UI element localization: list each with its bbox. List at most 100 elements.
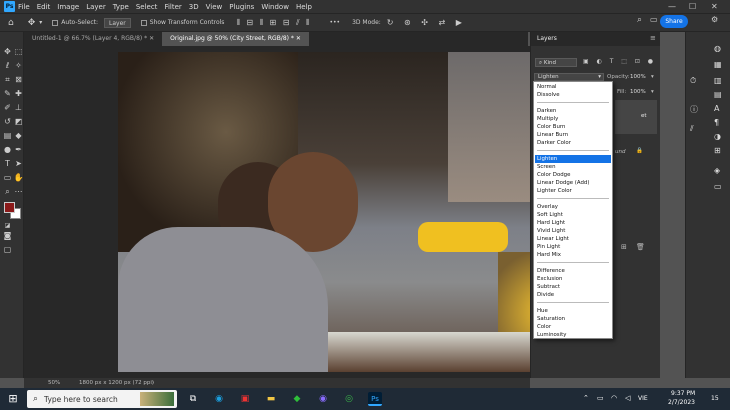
filter-kind-dropdown[interactable]: ⌕ Kind xyxy=(535,58,577,67)
gear-icon[interactable]: ⚙ xyxy=(711,15,718,24)
blend-divide[interactable]: Divide xyxy=(535,291,611,299)
task-view-icon[interactable]: ⧉ xyxy=(186,392,200,406)
edge-browser-icon[interactable]: ◉ xyxy=(212,392,226,406)
edit-toolbar-icon[interactable]: ⋯ xyxy=(13,186,24,197)
paragraph-icon[interactable]: ⫽ xyxy=(690,124,694,134)
blend-soft-light[interactable]: Soft Light xyxy=(535,211,611,219)
blend-luminosity[interactable]: Luminosity xyxy=(535,331,611,339)
type-tool-icon[interactable]: T xyxy=(2,158,13,169)
volume-icon[interactable]: ◁ xyxy=(625,394,630,402)
document-info[interactable]: 1800 px x 1200 px (72 ppi) xyxy=(79,378,154,388)
close-icon[interactable]: ✕ xyxy=(711,0,718,13)
menu-filter[interactable]: Filter xyxy=(164,3,181,11)
move-tool-icon[interactable]: ✥ xyxy=(2,46,13,57)
dodge-tool-icon[interactable]: ● xyxy=(2,144,13,155)
channels-icon[interactable]: ◈ xyxy=(714,166,720,175)
crop-tool-icon[interactable]: ⌗ xyxy=(2,74,13,85)
file-explorer-icon[interactable]: ▬ xyxy=(264,392,278,406)
info-icon[interactable]: ⓘ xyxy=(690,104,698,115)
language-indicator[interactable]: VIE xyxy=(638,395,648,402)
network-icon[interactable]: ▭ xyxy=(597,394,604,402)
menu-image[interactable]: Image xyxy=(57,3,79,11)
photoshop-taskbar-icon[interactable]: Ps xyxy=(368,392,382,406)
maximize-icon[interactable]: ☐ xyxy=(689,0,696,13)
blend-color[interactable]: Color xyxy=(535,323,611,331)
blend-difference[interactable]: Difference xyxy=(535,267,611,275)
purple-app-icon[interactable]: ◉ xyxy=(316,392,330,406)
blend-normal[interactable]: Normal xyxy=(535,83,611,91)
3d-mode-icons[interactable]: ↻ ⊛ ✣ ⇄ ▶ xyxy=(387,18,466,27)
menu-edit[interactable]: Edit xyxy=(37,3,51,11)
trash-icon[interactable]: 🗑 xyxy=(636,243,645,251)
menu-layer[interactable]: Layer xyxy=(86,3,106,11)
tab-original[interactable]: Original.jpg @ 50% (City Street, RGB/8) … xyxy=(162,32,309,46)
layer-filter-icons[interactable]: ▣ ◐ T ⬚ ⊡ ● xyxy=(583,58,656,65)
layer-row-selected[interactable] xyxy=(615,100,657,134)
paragraph-styles-icon[interactable]: ¶ xyxy=(714,118,719,127)
healing-brush-icon[interactable]: ✚ xyxy=(13,88,24,99)
blend-hard-light[interactable]: Hard Light xyxy=(535,219,611,227)
close-tab-icon[interactable]: ✕ xyxy=(296,35,301,42)
blend-darker-color[interactable]: Darker Color xyxy=(535,139,611,147)
artboard-tool-icon[interactable]: ⬚ xyxy=(13,46,24,57)
close-tab-icon[interactable]: ✕ xyxy=(149,35,154,42)
path-select-icon[interactable]: ➤ xyxy=(13,158,24,169)
character-icon[interactable]: A xyxy=(714,104,719,113)
fill-value[interactable]: 100% xyxy=(630,89,646,95)
tab-untitled-1[interactable]: Untitled-1 @ 66.7% (Layer 4, RGB/8) * ✕ xyxy=(24,32,162,46)
lasso-tool-icon[interactable]: ℓ xyxy=(2,60,13,71)
blend-color-dodge[interactable]: Color Dodge xyxy=(535,171,611,179)
brush-tool-icon[interactable]: ✐ xyxy=(2,102,13,113)
menu-window[interactable]: Window xyxy=(261,3,289,11)
media-app-icon[interactable]: ▣ xyxy=(238,392,252,406)
align-icons[interactable]: ⫴ ⊟ ⫴ ⊞ ⊟ ⫽ ⫴ xyxy=(236,18,311,28)
windows-start-icon[interactable]: ⊞ xyxy=(6,392,20,406)
screen-mode-icon[interactable]: ▢ xyxy=(2,244,13,255)
menu-select[interactable]: Select xyxy=(136,3,158,11)
menu-file[interactable]: File xyxy=(18,3,30,11)
menu-type[interactable]: Type xyxy=(113,3,129,11)
blend-mode-dropdown[interactable]: Lighten ▾ xyxy=(534,73,604,81)
blend-darken[interactable]: Darken xyxy=(535,107,611,115)
blend-lighter-color[interactable]: Lighter Color xyxy=(535,187,611,195)
move-tool-icon[interactable]: ✥ xyxy=(28,18,36,28)
zoom-tool-icon[interactable]: ⌕ xyxy=(2,186,13,197)
share-button[interactable]: Share xyxy=(660,15,688,28)
more-options-icon[interactable]: ••• xyxy=(329,19,340,26)
hand-tool-icon[interactable]: ✋ xyxy=(13,172,24,183)
blend-multiply[interactable]: Multiply xyxy=(535,115,611,123)
history-icon[interactable]: ⏱ xyxy=(690,76,696,86)
tray-chevron-icon[interactable]: ⌃ xyxy=(583,394,589,402)
blend-dissolve[interactable]: Dissolve xyxy=(535,91,611,99)
chevron-right-icon[interactable]: › xyxy=(152,378,154,388)
menu-help[interactable]: Help xyxy=(296,3,312,11)
chevron-down-icon[interactable]: ▾ xyxy=(651,89,654,95)
blend-pin-light[interactable]: Pin Light xyxy=(535,243,611,251)
blend-color-burn[interactable]: Color Burn xyxy=(535,123,611,131)
gradient-tool-icon[interactable]: ▤ xyxy=(2,130,13,141)
clock-time[interactable]: 9:37 PM xyxy=(671,390,695,397)
photoshop-logo-icon[interactable]: Ps xyxy=(4,1,15,12)
swatches-icon[interactable]: ▦ xyxy=(714,60,722,69)
blend-linear-dodge[interactable]: Linear Dodge (Add) xyxy=(535,179,611,187)
auto-select-checkbox[interactable] xyxy=(52,19,59,26)
wifi-icon[interactable]: ◠ xyxy=(611,394,617,402)
new-layer-icon[interactable]: ⊞ xyxy=(621,243,627,251)
history-brush-icon[interactable]: ↺ xyxy=(2,116,13,127)
paths-icon[interactable]: ▭ xyxy=(714,182,722,191)
blend-lighten[interactable]: Lighten xyxy=(535,155,611,163)
foreground-color-swatch[interactable] xyxy=(4,202,15,213)
eraser-icon[interactable]: ◩ xyxy=(13,116,24,127)
layers-panel-title[interactable]: Layers xyxy=(531,32,660,46)
quick-mask-icon[interactable]: ◙ xyxy=(2,230,13,241)
menu-view[interactable]: View xyxy=(206,3,223,11)
blend-hard-mix[interactable]: Hard Mix xyxy=(535,251,611,259)
chrome-icon[interactable]: ◎ xyxy=(342,392,356,406)
show-transform-checkbox[interactable] xyxy=(140,19,147,26)
blend-vivid-light[interactable]: Vivid Light xyxy=(535,227,611,235)
magic-wand-icon[interactable]: ✧ xyxy=(13,60,24,71)
gradients-icon[interactable]: ▥ xyxy=(714,76,722,85)
canvas-image[interactable] xyxy=(118,52,599,372)
auto-select-dropdown[interactable]: Layer xyxy=(104,17,131,28)
blend-saturation[interactable]: Saturation xyxy=(535,315,611,323)
